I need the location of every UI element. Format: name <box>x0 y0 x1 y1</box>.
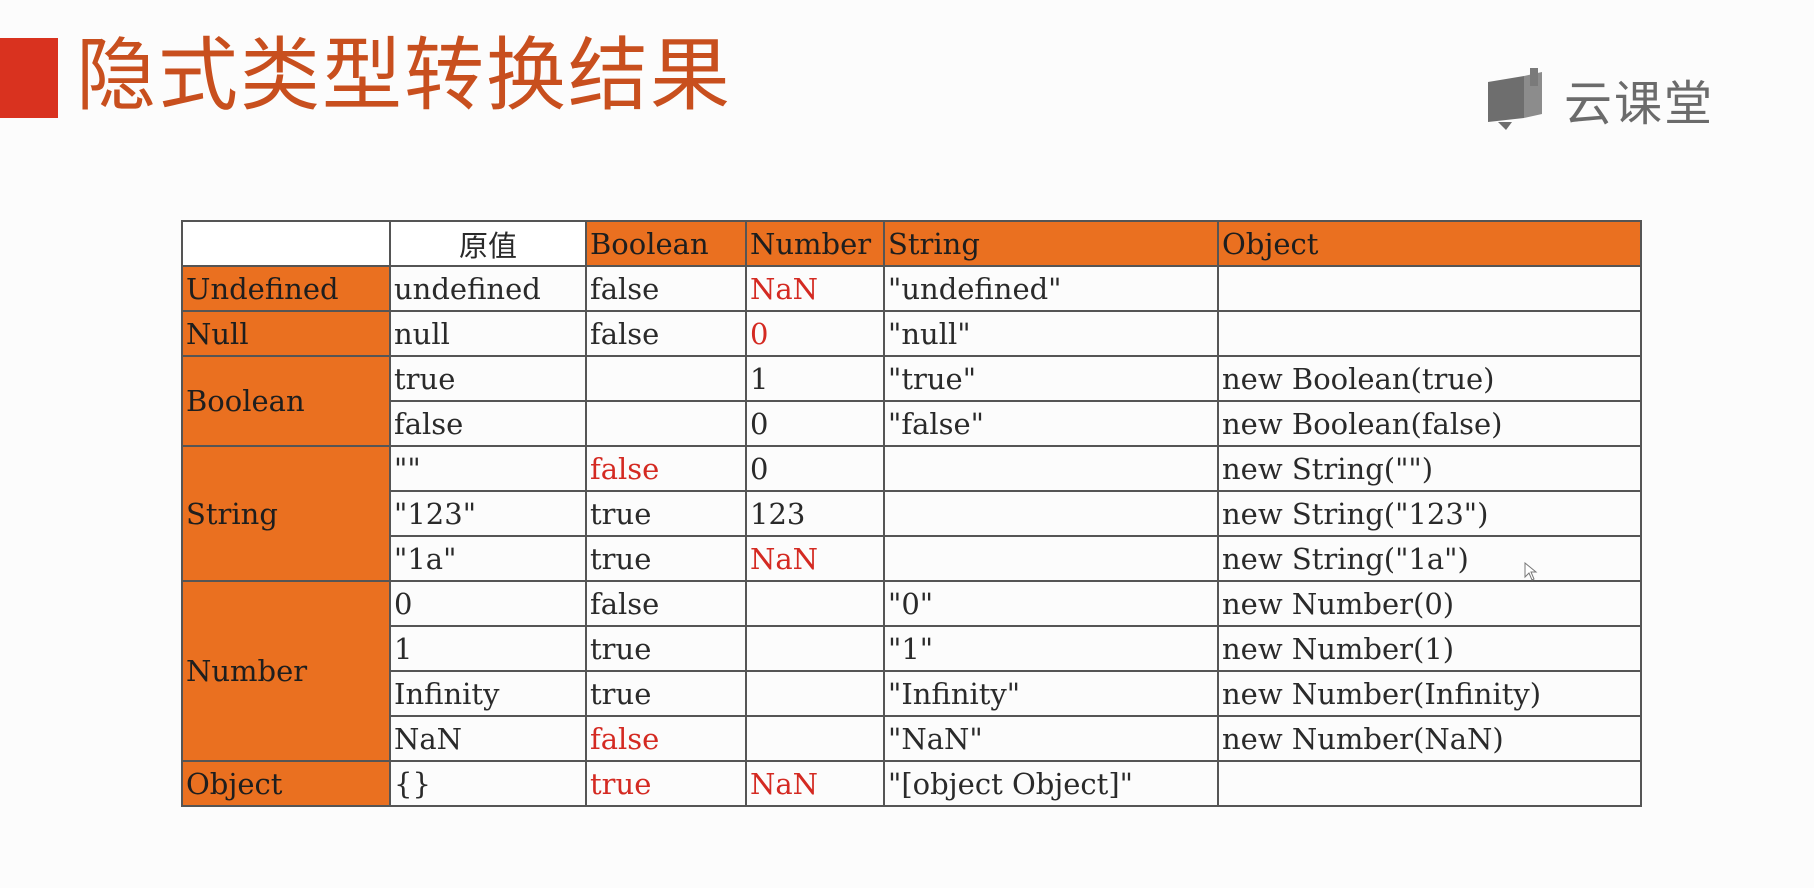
cell-boolean: true <box>585 625 747 672</box>
cell-original: null <box>389 310 587 357</box>
cell-number: NaN <box>745 760 885 807</box>
cell-string: "NaN" <box>883 715 1219 762</box>
cell-original: NaN <box>389 715 587 762</box>
row-header-number: Number <box>181 580 391 762</box>
cell-string: "null" <box>883 310 1219 357</box>
cell-string: "1" <box>883 625 1219 672</box>
cell-string: "Infinity" <box>883 670 1219 717</box>
cell-string: "false" <box>883 400 1219 447</box>
cell-original: undefined <box>389 265 587 312</box>
cell-object: new Number(Infinity) <box>1217 670 1642 717</box>
cell-object: new Number(NaN) <box>1217 715 1642 762</box>
cell-original: 0 <box>389 580 587 627</box>
cell-original: "123" <box>389 490 587 537</box>
header-number: Number <box>745 220 885 267</box>
cell-original: "" <box>389 445 587 492</box>
cell-boolean: false <box>585 715 747 762</box>
table-row: Null null false 0 "null" <box>181 310 1642 357</box>
cell-number: 0 <box>745 445 885 492</box>
cell-boolean <box>585 400 747 447</box>
cell-object: new Number(0) <box>1217 580 1642 627</box>
cell-boolean: true <box>585 535 747 582</box>
cell-boolean: false <box>585 445 747 492</box>
table-row: 1 true "1" new Number(1) <box>182 625 1642 672</box>
cell-number: 123 <box>745 490 885 537</box>
slide: 隐式类型转换结果 云课堂 原值 Boolean Number String Ob… <box>0 0 1814 888</box>
table-header-row: 原值 Boolean Number String Object <box>181 220 1642 267</box>
table-row: NaN false "NaN" new Number(NaN) <box>182 715 1642 762</box>
cell-boolean: false <box>585 580 747 627</box>
cell-boolean: true <box>585 490 747 537</box>
cell-original: true <box>389 355 587 402</box>
row-header-string: String <box>181 445 391 582</box>
cell-number: NaN <box>745 535 885 582</box>
cell-boolean <box>585 355 747 402</box>
cell-string <box>883 445 1219 492</box>
cell-string <box>883 490 1219 537</box>
cell-boolean: true <box>585 670 747 717</box>
type-conversion-table: 原值 Boolean Number String Object Undefine… <box>181 220 1642 807</box>
slide-title: 隐式类型转换结果 <box>76 29 732 122</box>
cell-number <box>745 670 885 717</box>
course-logo-icon <box>1488 68 1542 130</box>
table-row: Boolean true 1 "true" new Boolean(true) <box>181 355 1642 447</box>
header-original: 原值 <box>389 220 587 267</box>
table-row: false 0 "false" new Boolean(false) <box>182 400 1642 447</box>
table-row: Infinity true "Infinity" new Number(Infinit… <box>182 670 1642 717</box>
table-row: Object{} true NaN "[object Object]" <box>181 760 1642 807</box>
title-accent-bar <box>0 38 58 118</box>
cell-object: new Boolean(false) <box>1217 400 1642 447</box>
header-object: Object <box>1217 220 1642 267</box>
cell-string <box>883 535 1219 582</box>
cell-original: {} <box>389 760 587 807</box>
cell-object <box>1217 760 1642 807</box>
cell-boolean: false <box>585 310 747 357</box>
cell-boolean: false <box>585 265 747 312</box>
cell-string: "undefined" <box>883 265 1219 312</box>
header-corner <box>181 220 391 267</box>
table-row: String "" false 0 new String("") <box>181 445 1642 582</box>
table-row: Undefined undefined false NaN "undefined" <box>181 265 1642 312</box>
cell-string: "true" <box>883 355 1219 402</box>
header-boolean: Boolean <box>585 220 747 267</box>
cell-boolean: true <box>585 760 747 807</box>
cell-number <box>745 625 885 672</box>
cell-original: 1 <box>389 625 587 672</box>
cell-object: new String("123") <box>1217 490 1642 537</box>
row-header-boolean: Boolean <box>181 355 391 447</box>
course-logo: 云课堂 <box>1484 64 1714 134</box>
row-header-undefined: Undefined <box>181 265 391 312</box>
cell-object: new Boolean(true) <box>1217 355 1642 402</box>
row-header-object: Object <box>181 760 391 807</box>
cell-object: new Number(1) <box>1217 625 1642 672</box>
table-row: "1a" true NaN new String("1a") <box>182 535 1642 582</box>
cell-number: 0 <box>745 400 885 447</box>
cell-object: new String("1a") <box>1217 535 1642 582</box>
logo-text: 云课堂 <box>1564 76 1715 132</box>
cell-number: 0 <box>745 310 885 357</box>
cell-string: "[object Object]" <box>883 760 1219 807</box>
cell-number: 1 <box>745 355 885 402</box>
table-body: Undefined undefined false NaN "undefined" Nul… <box>181 265 1642 807</box>
cell-number: NaN <box>745 265 885 312</box>
row-header-null: Null <box>181 310 391 357</box>
cell-string: "0" <box>883 580 1219 627</box>
table-row: "123" true 123 new String("123") <box>182 490 1642 537</box>
cell-object <box>1217 265 1642 312</box>
cell-object <box>1217 310 1642 357</box>
cell-original: "1a" <box>389 535 587 582</box>
mouse-cursor-icon <box>1524 562 1538 581</box>
cell-number <box>745 715 885 762</box>
table-row: Number 0 false "0" new Number(0) <box>181 580 1642 762</box>
cell-original: Infinity <box>389 670 587 717</box>
cell-number <box>745 580 885 627</box>
cell-original: false <box>389 400 587 447</box>
cell-object: new String("") <box>1217 445 1642 492</box>
header-string: String <box>883 220 1219 267</box>
